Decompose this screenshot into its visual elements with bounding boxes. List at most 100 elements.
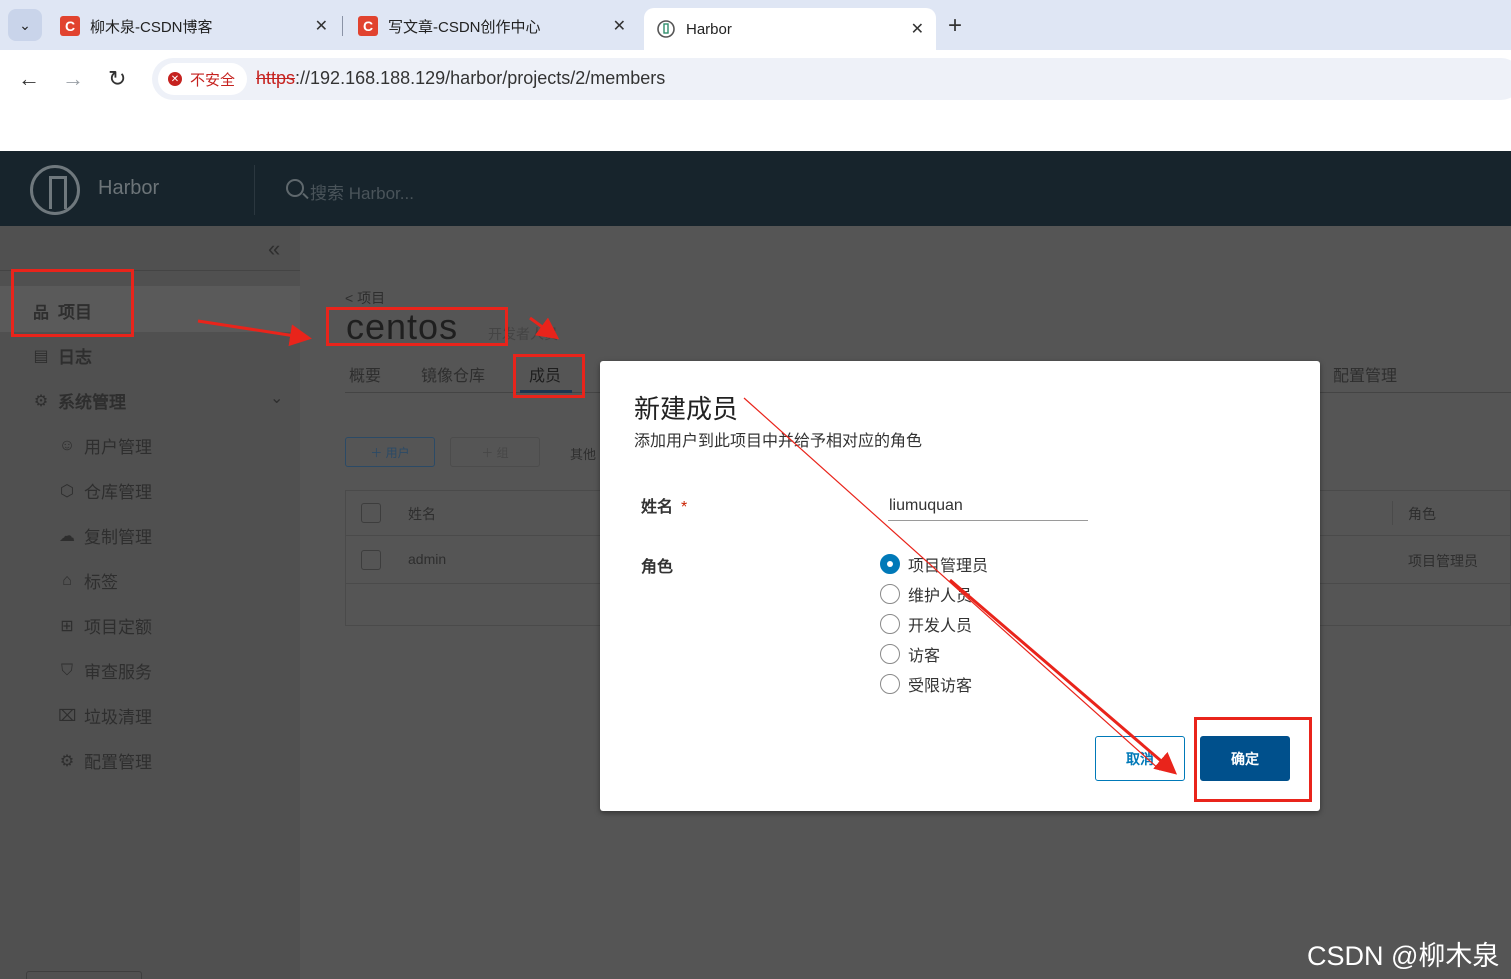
replication-icon: ☁	[59, 527, 75, 545]
tag-icon: ⌂	[62, 571, 72, 589]
tab-repositories[interactable]: 镜像仓库	[421, 362, 485, 386]
column-separator	[1392, 501, 1393, 525]
sidebar-footer-button[interactable]	[26, 971, 142, 979]
annotation-box-confirm	[1194, 717, 1312, 802]
watermark: CSDN @柳木泉	[1307, 941, 1500, 971]
address-bar[interactable]: ✕ 不安全 https://192.168.188.129/harbor/pro…	[152, 58, 1511, 100]
app-title[interactable]: Harbor	[98, 177, 159, 200]
required-mark: *	[681, 499, 688, 516]
add-user-button[interactable]: ＋ 用户	[345, 437, 435, 467]
tab-configuration[interactable]: 配置管理	[1333, 362, 1397, 386]
name-label-text: 姓名	[641, 499, 674, 516]
reload-icon[interactable]: ↻	[108, 66, 126, 92]
tab-search-button[interactable]: ⌄	[8, 9, 42, 41]
sidebar-item-interrogation[interactable]: ⛉ 审查服务	[58, 658, 152, 683]
sidebar-item-label: 垃圾清理	[84, 708, 152, 727]
quota-icon: ⊞	[60, 617, 74, 635]
role-option-label: 项目管理员	[908, 558, 989, 575]
dialog-title: 新建成员	[634, 394, 739, 424]
role-option-label: 维护人员	[908, 588, 973, 605]
dialog-subtitle: 添加用户到此项目中并给予相对应的角色	[634, 433, 923, 450]
sidebar-item-registries[interactable]: ⬡ 仓库管理	[58, 478, 152, 503]
url-path: ://192.168.188.129/harbor/projects/2/mem…	[295, 68, 666, 88]
search-icon	[286, 179, 304, 197]
radio-selected[interactable]	[880, 554, 900, 574]
sidebar-item-replication[interactable]: ☁ 复制管理	[58, 523, 152, 548]
sidebar-item-label: 用户管理	[84, 438, 152, 457]
row-checkbox[interactable]	[361, 550, 381, 570]
sidebar-item-label: 日志	[58, 348, 92, 367]
close-tab-icon[interactable]: ✕	[315, 16, 328, 36]
sidebar: « 品 项目 ▤ 日志 ⚙ 系统管理 ⌄ ☺ 用户管理 ⬡ 仓库管理 ☁ 复制管理 ⌂…	[0, 226, 300, 979]
sidebar-item-users[interactable]: ☺ 用户管理	[58, 433, 152, 458]
browser-tab-csdn-blog[interactable]: C 柳木泉-CSDN博客 ✕	[48, 8, 340, 44]
browser-tab-harbor[interactable]: Harbor ✕	[644, 8, 936, 50]
tab-title: 写文章-CSDN创作中心	[388, 18, 541, 36]
select-all-checkbox[interactable]	[361, 503, 381, 523]
sidebar-item-gc[interactable]: ⌧ 垃圾清理	[58, 703, 152, 728]
cancel-button[interactable]: 取消	[1095, 736, 1185, 781]
collapse-sidebar-icon[interactable]: «	[268, 236, 280, 262]
tab-summary[interactable]: 概要	[349, 362, 381, 386]
add-group-button[interactable]: ＋ 组	[450, 437, 540, 467]
chevron-down-icon[interactable]: ⌄	[270, 388, 283, 408]
sidebar-item-administration[interactable]: ⚙ 系统管理	[32, 388, 126, 413]
other-actions-label[interactable]: 其他	[570, 444, 596, 463]
gear-icon: ⚙	[59, 752, 75, 770]
url-text[interactable]: https://192.168.188.129/harbor/projects/…	[256, 68, 665, 89]
close-tab-icon[interactable]: ✕	[613, 16, 626, 36]
radio-unselected[interactable]	[880, 584, 900, 604]
security-label: 不安全	[190, 71, 236, 89]
role-option-label: 开发人员	[908, 618, 973, 635]
radio-unselected[interactable]	[880, 614, 900, 634]
browser-toolbar: ← → ↻ ✕ 不安全 https://192.168.188.129/harb…	[0, 50, 1511, 110]
role-label: 角色	[641, 559, 674, 576]
harbor-logo-icon[interactable]	[30, 165, 80, 215]
sidebar-item-quotas[interactable]: ⊞ 项目定额	[58, 613, 152, 638]
header-divider	[254, 165, 255, 215]
tab-title: 柳木泉-CSDN博客	[90, 18, 213, 36]
column-header-name[interactable]: 姓名	[408, 504, 436, 524]
radio-unselected[interactable]	[880, 644, 900, 664]
csdn-favicon-icon: C	[358, 16, 378, 36]
sidebar-item-configuration[interactable]: ⚙ 配置管理	[58, 748, 152, 773]
column-header-role[interactable]: 角色	[1408, 504, 1436, 524]
security-indicator[interactable]: ✕ 不安全	[158, 63, 248, 95]
url-scheme: https	[256, 68, 296, 88]
role-option-project-admin[interactable]: 项目管理员	[880, 552, 988, 576]
logs-icon: ▤	[33, 347, 49, 365]
role-option-limited-guest[interactable]: 受限访客	[880, 672, 972, 696]
sidebar-item-label: 标签	[84, 573, 118, 592]
role-option-maintainer[interactable]: 维护人员	[880, 582, 972, 606]
shield-icon: ⛉	[60, 661, 73, 679]
annotation-box-project-name	[326, 307, 508, 346]
back-icon[interactable]: ←	[18, 66, 40, 92]
sidebar-item-labels[interactable]: ⌂ 标签	[58, 568, 118, 593]
global-search-input[interactable]: 搜索 Harbor...	[310, 179, 414, 204]
sidebar-item-label: 审查服务	[84, 663, 152, 682]
tab-title: Harbor	[686, 20, 732, 38]
sidebar-item-label: 配置管理	[84, 753, 152, 772]
registries-icon: ⬡	[60, 482, 74, 500]
admin-icon: ⚙	[33, 392, 49, 410]
role-option-label: 访客	[908, 648, 941, 665]
new-tab-button[interactable]: +	[948, 12, 962, 40]
tab-divider	[342, 16, 343, 36]
close-tab-icon[interactable]: ✕	[911, 19, 924, 39]
sidebar-item-label: 系统管理	[58, 393, 126, 412]
forward-icon[interactable]: →	[62, 66, 84, 92]
breadcrumb[interactable]: < 项目	[345, 288, 385, 308]
sidebar-item-logs[interactable]: ▤ 日志	[32, 343, 92, 368]
radio-unselected[interactable]	[880, 674, 900, 694]
chevron-down-icon: ⌄	[19, 16, 31, 33]
name-label: 姓名 *	[641, 493, 687, 517]
member-role: 项目管理员	[1408, 553, 1478, 569]
browser-tab-csdn-editor[interactable]: C 写文章-CSDN创作中心 ✕	[346, 8, 638, 44]
role-option-guest[interactable]: 访客	[880, 642, 940, 666]
browser-tab-strip: ⌄ C 柳木泉-CSDN博客 ✕ C 写文章-CSDN创作中心 ✕ Harbor…	[0, 0, 1511, 50]
member-name-input[interactable]	[888, 491, 1088, 521]
warning-icon: ✕	[168, 72, 182, 86]
role-option-developer[interactable]: 开发人员	[880, 612, 972, 636]
sidebar-item-label: 项目定额	[84, 618, 152, 637]
annotation-box-projects	[11, 269, 134, 337]
